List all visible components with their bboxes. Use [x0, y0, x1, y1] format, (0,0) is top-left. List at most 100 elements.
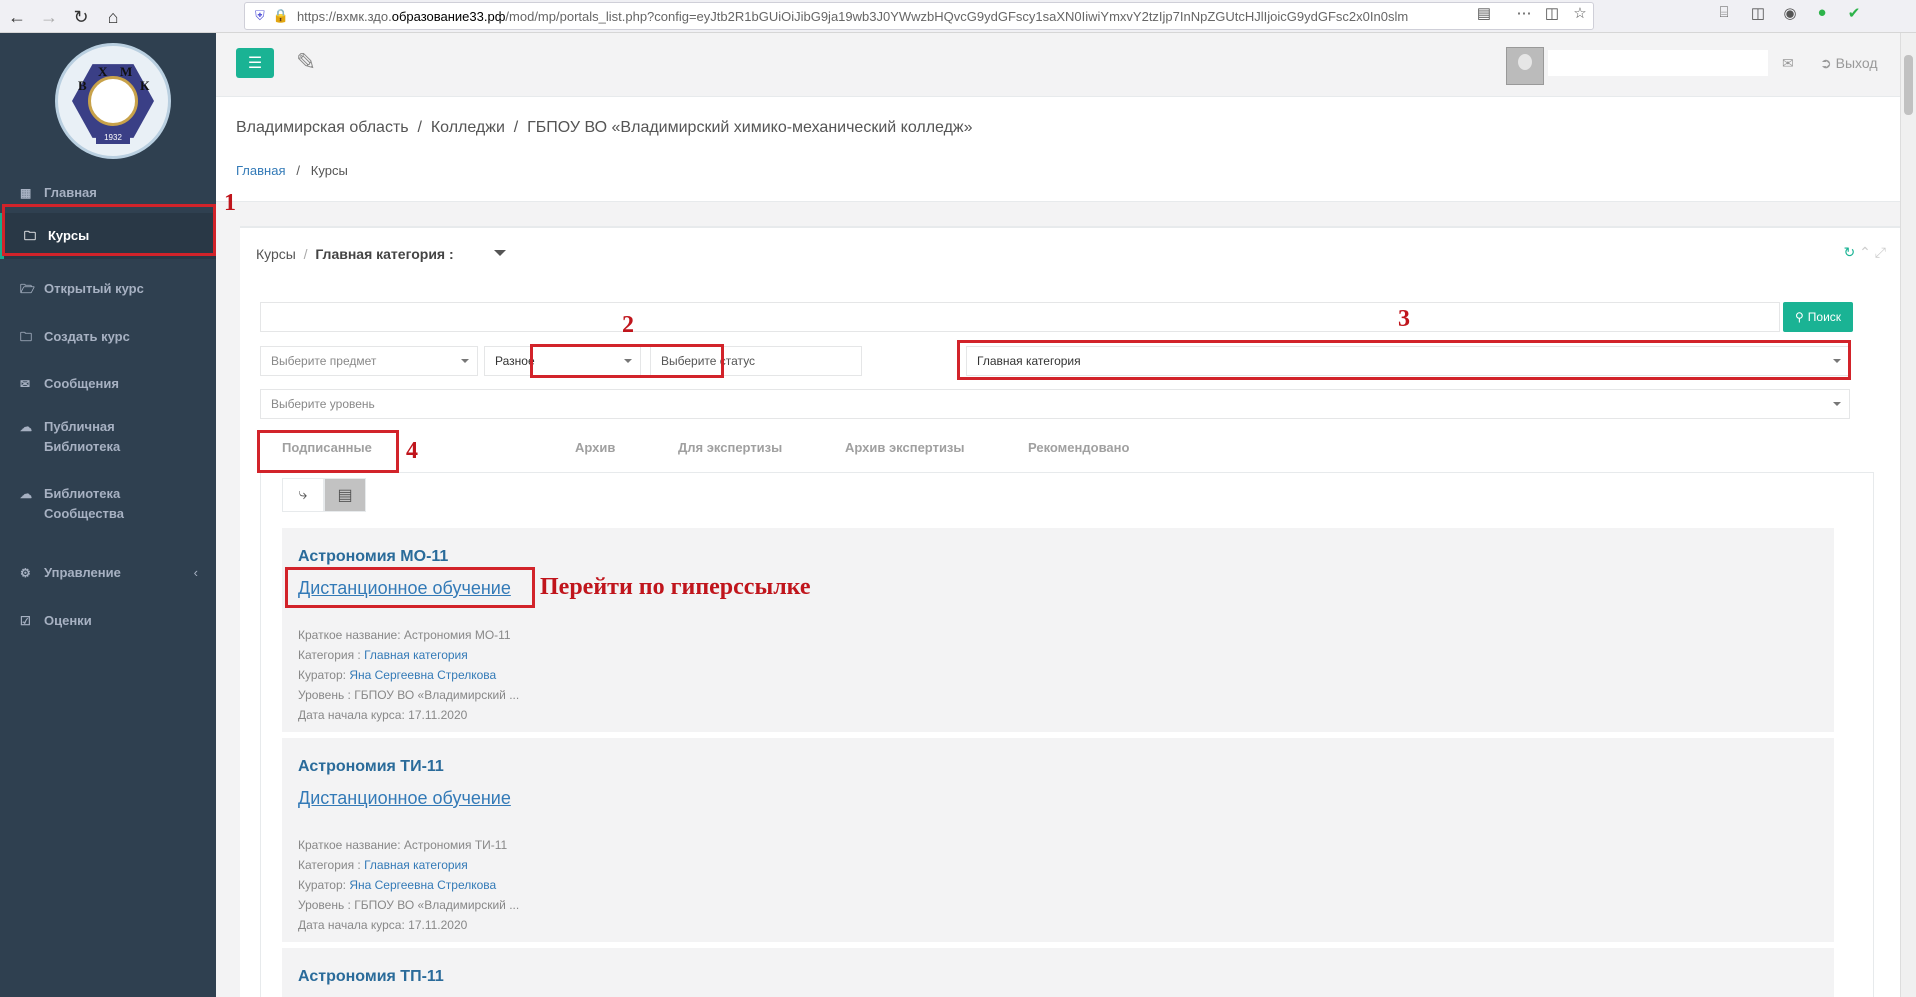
- course-card: Астрономия МО-11 Дистанционное обучение …: [282, 528, 1834, 732]
- course-card: Астрономия ТП-11: [282, 948, 1834, 997]
- course-short-name: Краткое название: Астрономия ТИ-11: [298, 838, 508, 852]
- back-arrow-icon[interactable]: ←: [4, 4, 30, 30]
- user-name-box: [1548, 50, 1768, 76]
- cloud-icon: ☁: [20, 420, 32, 434]
- course-curator: Куратор: Яна Сергеевна Стрелкова: [298, 878, 497, 892]
- check-circle-icon[interactable]: ✔: [1842, 4, 1866, 22]
- shield-icon: ⛨: [255, 8, 265, 23]
- bookmark-star-icon[interactable]: ☆: [1568, 4, 1592, 22]
- cloud-icon: ☁: [20, 487, 32, 501]
- scrollbar-thumb[interactable]: [1904, 55, 1913, 115]
- reader-view-icon[interactable]: ▤: [1472, 4, 1496, 22]
- share-view-button[interactable]: ⤷: [282, 478, 324, 512]
- library-icon[interactable]: ⌸: [1712, 4, 1736, 21]
- folder-open-icon: 🗁: [20, 282, 35, 296]
- page-heading: Владимирская область / Колледжи / ГБПОУ …: [216, 97, 1900, 202]
- chevron-left-icon: ‹: [193, 565, 198, 580]
- annotation-number: 2: [622, 312, 634, 338]
- expand-icon[interactable]: ⤢: [1875, 244, 1886, 260]
- logo-letter: М: [120, 64, 133, 79]
- search-button[interactable]: ⚲ Поиск: [1783, 302, 1853, 332]
- chevron-up-icon[interactable]: ⌃: [1859, 244, 1871, 260]
- tab-review-archive[interactable]: Архив экспертизы: [845, 440, 965, 455]
- sidebar-item-grades[interactable]: ☑ Оценки: [0, 601, 216, 641]
- menu-toggle-button[interactable]: ☰: [236, 48, 274, 78]
- forward-arrow-icon[interactable]: →: [36, 4, 62, 30]
- course-title[interactable]: Астрономия ТИ-11: [298, 758, 444, 776]
- panel-tools: ↻ ⌃ ⤢: [1844, 244, 1886, 261]
- sidebar: В Х М К 1932 ▦ Главная 🗀 Курсы 🗁 Открытый к…: [0, 33, 216, 997]
- course-level: Уровень : ГБПОУ ВО «Владимирский ...: [298, 898, 520, 912]
- course-title[interactable]: Астрономия ТП-11: [298, 968, 444, 986]
- annotation-box-subscribed-tab: [257, 430, 399, 473]
- pocket-icon[interactable]: ◫: [1540, 4, 1564, 22]
- list-icon: ▤: [337, 487, 353, 504]
- envelope-icon[interactable]: ✉: [1782, 55, 1794, 72]
- address-bar[interactable]: ⛨ 🔒 https://вхмк.здо. образование33.рф/mo…: [244, 2, 1594, 30]
- logout-link[interactable]: ➲ Выход: [1820, 55, 1878, 72]
- course-start-date: Дата начала курса: 17.11.2020: [298, 708, 468, 722]
- sidebar-item-community-library[interactable]: ☁ Библиотека Сообщества: [0, 479, 216, 529]
- url-rest: /mod/mp/portals_list.php?config=eyJtb2R1…: [505, 8, 1409, 24]
- page-title: Владимирская область / Колледжи / ГБПОУ …: [236, 119, 973, 136]
- level-select[interactable]: Выберите уровень: [260, 389, 1850, 419]
- course-category: Категория : Главная категория: [298, 858, 468, 872]
- tab-archive[interactable]: Архив: [575, 440, 615, 455]
- breadcrumb: Главная / Курсы: [236, 163, 348, 178]
- cogs-icon: ⚙: [20, 566, 31, 580]
- hamburger-icon: ☰: [247, 55, 263, 72]
- tab-for-review[interactable]: Для экспертизы: [678, 440, 782, 455]
- course-title[interactable]: Астрономия МО-11: [298, 548, 448, 566]
- annotation-number: 1: [224, 190, 236, 216]
- subject-select[interactable]: Выберите предмет: [260, 346, 478, 376]
- sidebar-item-open-course[interactable]: 🗁 Открытый курс: [0, 269, 216, 309]
- logo-letter: Х: [98, 64, 108, 79]
- annotation-box-course-link: [285, 567, 535, 608]
- course-level: Уровень : ГБПОУ ВО «Владимирский ...: [298, 688, 520, 702]
- course-curator: Куратор: Яна Сергеевна Стрелкова: [298, 668, 497, 682]
- refresh-icon[interactable]: ↻: [1844, 244, 1856, 260]
- pencil-icon[interactable]: ✎: [296, 48, 316, 77]
- folder-plus-icon: 🗀: [20, 330, 33, 344]
- extension-icon[interactable]: ●: [1810, 4, 1834, 21]
- course-category: Категория : Главная категория: [298, 648, 468, 662]
- course-link[interactable]: Дистанционное обучение: [298, 788, 511, 809]
- avatar[interactable]: [1506, 47, 1544, 85]
- annotation-box-type-select: [530, 344, 724, 378]
- tab-recommended[interactable]: Рекомендовано: [1028, 440, 1129, 455]
- reload-icon[interactable]: ↻: [68, 4, 94, 30]
- browser-toolbar: ← → ↻ ⌂ ⛨ 🔒 https://вхмк.здо. образование…: [0, 0, 1916, 33]
- logo-letter: К: [140, 78, 150, 93]
- annotation-hint: Перейти по гиперссылке: [540, 574, 811, 600]
- sidebar-item-public-library[interactable]: ☁ Публичная Библиотека: [0, 412, 216, 462]
- sidebar-item-messages[interactable]: ✉ Сообщения: [0, 364, 216, 404]
- page-scrollbar[interactable]: [1900, 33, 1916, 997]
- logo-year: 1932: [96, 132, 130, 144]
- search-icon: ⚲: [1794, 310, 1804, 324]
- top-navbar: ☰ ✎ ✉ ➲ Выход: [216, 33, 1900, 97]
- more-actions-icon[interactable]: ⋯: [1512, 4, 1536, 22]
- breadcrumb-home-link[interactable]: Главная: [236, 163, 285, 178]
- envelope-icon: ✉: [20, 377, 31, 391]
- category-dropdown-caret[interactable]: [494, 250, 506, 262]
- share-icon: ⤷: [298, 486, 308, 503]
- url-prefix: https://вхмк.здо.: [296, 8, 392, 24]
- dropdown-arrow-icon: [1833, 402, 1841, 410]
- account-icon[interactable]: ◉: [1778, 4, 1802, 22]
- college-logo: В Х М К 1932: [55, 43, 171, 159]
- sidebar-item-create-course[interactable]: 🗀 Создать курс: [0, 317, 216, 357]
- annotation-number: 4: [406, 438, 418, 464]
- list-view-button[interactable]: ▤: [324, 478, 366, 512]
- dropdown-arrow-icon: [461, 359, 469, 367]
- sidebar-item-management[interactable]: ⚙ Управление ‹: [0, 553, 216, 593]
- panel-title: Курсы / Главная категория :: [256, 246, 454, 262]
- course-start-date: Дата начала курса: 17.11.2020: [298, 918, 468, 932]
- sign-out-icon: ➲: [1820, 55, 1832, 71]
- sidebar-toggle-icon[interactable]: ◫: [1746, 4, 1770, 22]
- breadcrumb-current: Курсы: [310, 163, 348, 178]
- annotation-box-category-select: [957, 340, 1851, 380]
- logo-letter: В: [78, 78, 87, 93]
- search-input[interactable]: [260, 302, 1780, 332]
- home-icon[interactable]: ⌂: [100, 4, 126, 30]
- course-card: Астрономия ТИ-11 Дистанционное обучение …: [282, 738, 1834, 942]
